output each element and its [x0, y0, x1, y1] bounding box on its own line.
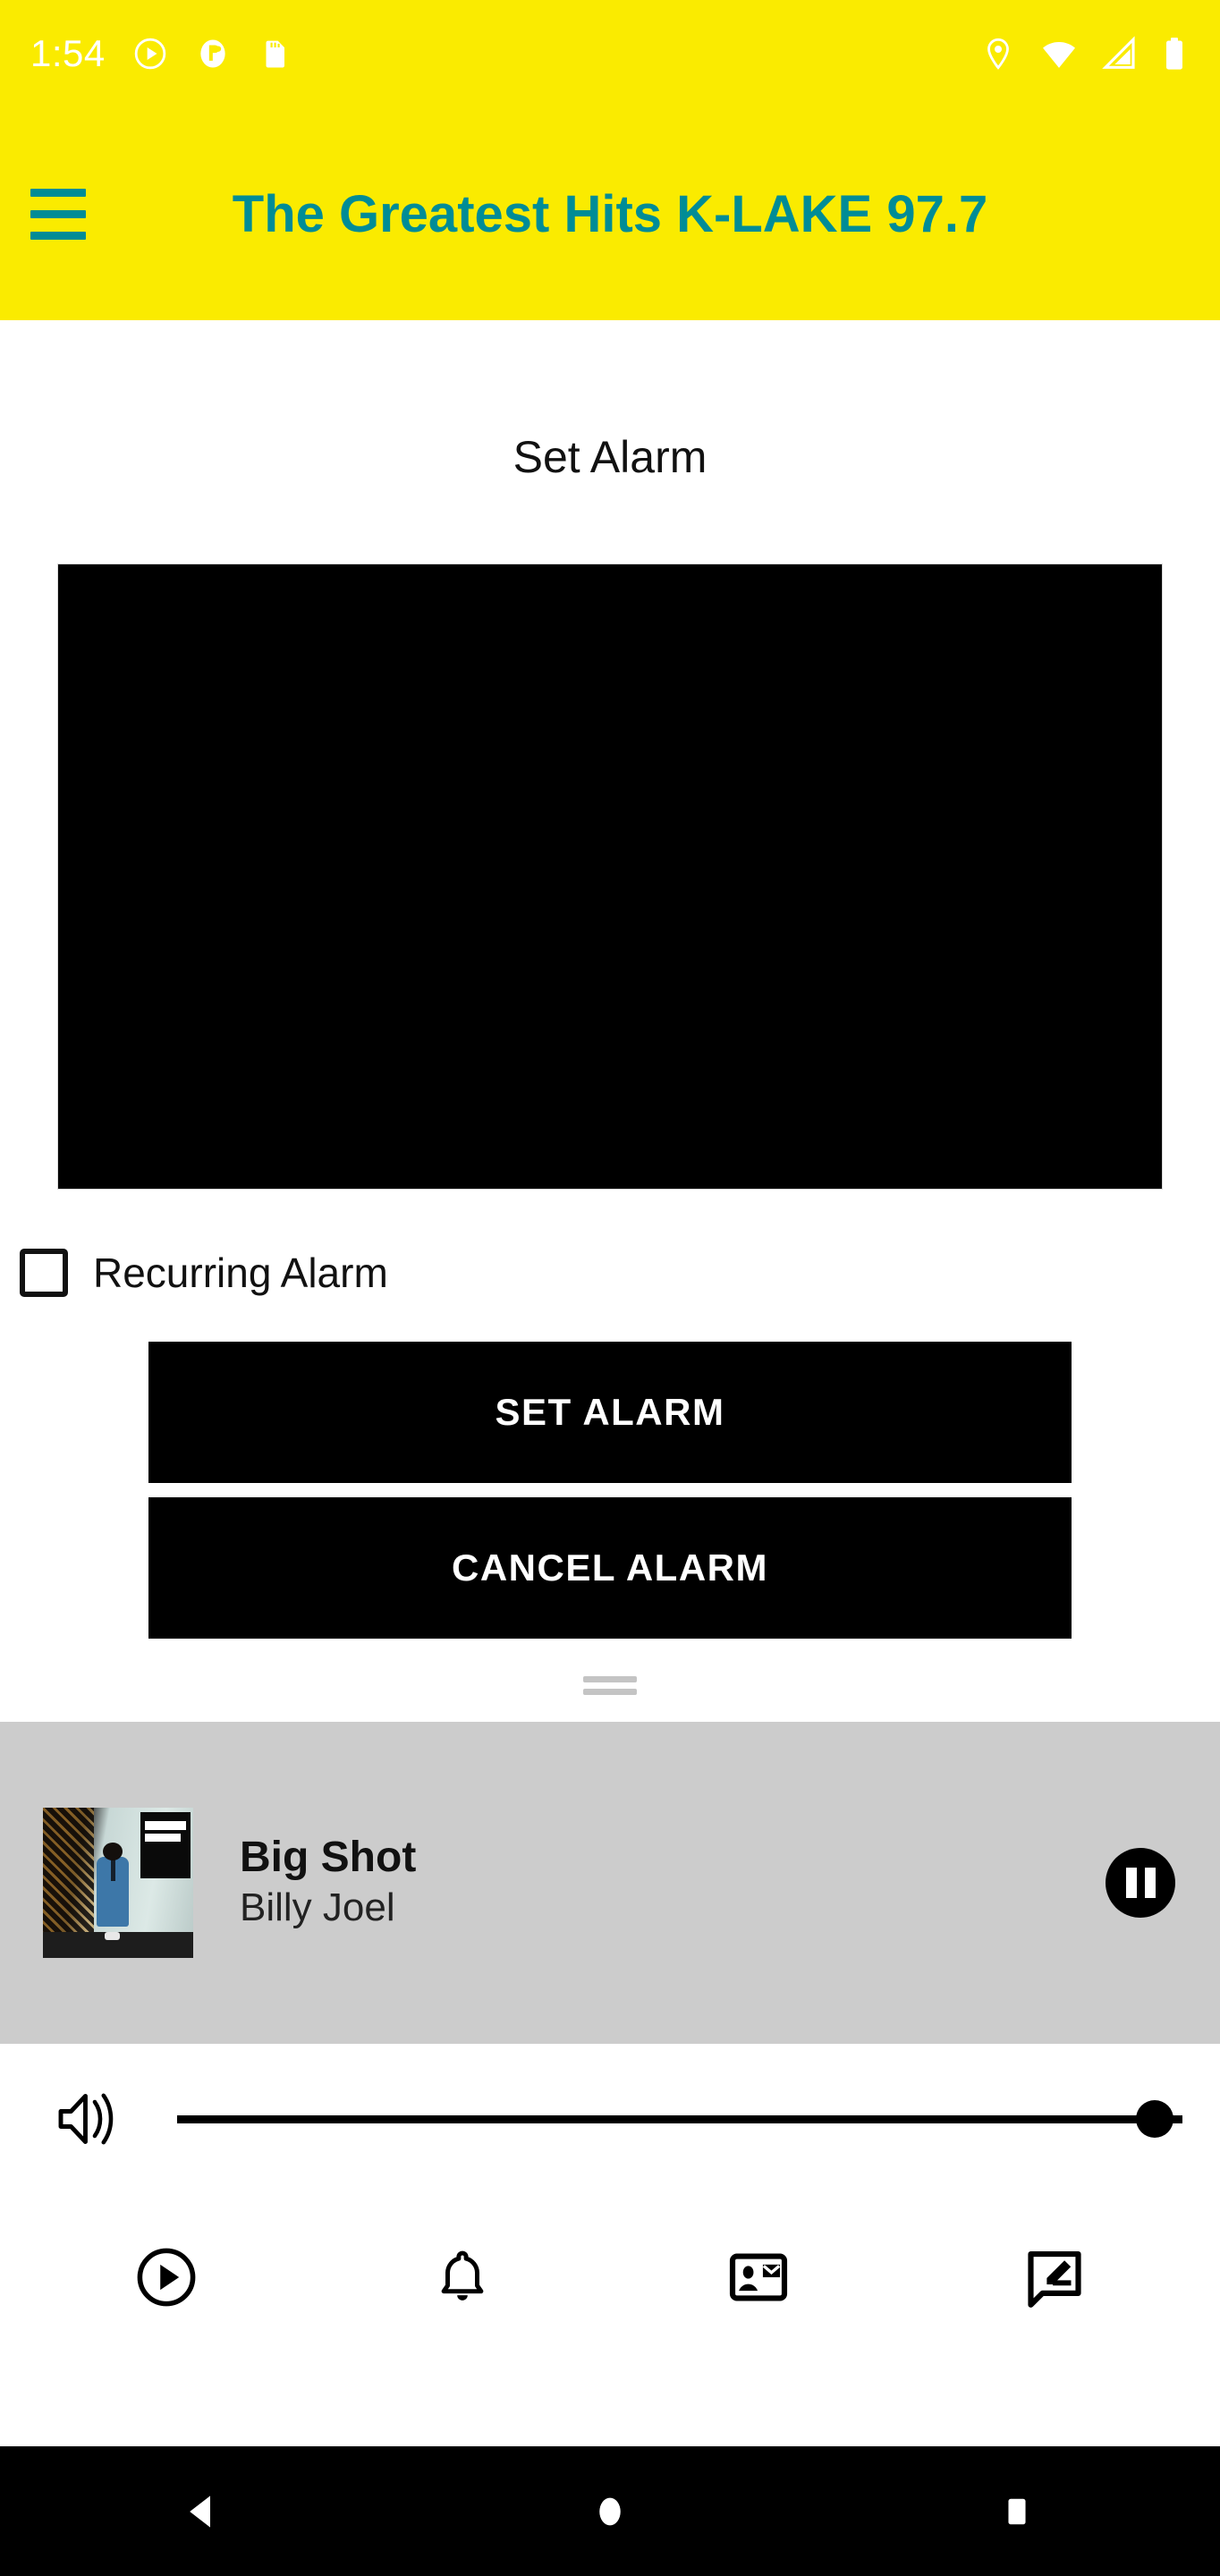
- status-bar: 1:54: [0, 0, 1220, 107]
- drag-handle-bar: [583, 1676, 637, 1682]
- recurring-alarm-row[interactable]: Recurring Alarm: [20, 1249, 1220, 1297]
- phone-screen: 1:54 The Greatest Hits K-LAKE 97.7 Set A…: [0, 0, 1220, 2576]
- album-art-figure-tie: [111, 1859, 116, 1882]
- square-recents-icon: [1008, 2498, 1026, 2524]
- bottom-navigation: [0, 2194, 1220, 2360]
- track-title: Big Shot: [240, 1833, 417, 1881]
- time-picker[interactable]: [57, 564, 1163, 1190]
- app-notification-icon: [200, 39, 225, 68]
- home-button[interactable]: [407, 2492, 814, 2531]
- app-bar: The Greatest Hits K-LAKE 97.7: [0, 107, 1220, 320]
- contact-mail-icon: [729, 2252, 787, 2301]
- main-content: Set Alarm Recurring Alarm SET ALARM CANC…: [0, 320, 1220, 2446]
- volume-slider[interactable]: [177, 2100, 1182, 2138]
- status-clock: 1:54: [30, 32, 106, 74]
- cancel-alarm-button[interactable]: CANCEL ALARM: [148, 1497, 1072, 1639]
- status-bar-right: [980, 36, 1188, 72]
- play-circle-notification-icon: [134, 38, 165, 70]
- battery-icon: [1166, 38, 1182, 70]
- album-art-poster-line: [144, 1834, 181, 1842]
- pause-bar: [1144, 1868, 1156, 1898]
- back-button[interactable]: [0, 2490, 407, 2533]
- wifi-icon: [1043, 42, 1075, 68]
- triangle-back-icon: [190, 2495, 211, 2528]
- tab-alarm[interactable]: [314, 2244, 610, 2310]
- sd-card-icon: [266, 40, 284, 68]
- alarm-action-buttons: SET ALARM CANCEL ALARM: [148, 1342, 1072, 1639]
- bell-icon: [441, 2250, 483, 2301]
- volume-up-icon[interactable]: [50, 2087, 136, 2151]
- now-playing-bar[interactable]: Big Shot Billy Joel: [0, 1722, 1220, 2044]
- location-pin-icon: [987, 38, 1009, 70]
- album-art-figure-head: [103, 1842, 123, 1860]
- recurring-alarm-checkbox[interactable]: [20, 1249, 68, 1297]
- play-circle-outline-icon: [137, 2248, 195, 2306]
- tab-feedback[interactable]: [906, 2244, 1202, 2310]
- app-title: The Greatest Hits K-LAKE 97.7: [232, 184, 988, 243]
- volume-slider-thumb[interactable]: [1136, 2100, 1173, 2138]
- page-title: Set Alarm: [513, 432, 707, 482]
- recents-button[interactable]: [813, 2492, 1220, 2531]
- drag-handle-bar: [583, 1689, 637, 1695]
- pause-icon[interactable]: [1106, 1848, 1175, 1918]
- volume-control-row: [0, 2044, 1220, 2194]
- hamburger-menu-icon[interactable]: [30, 188, 86, 240]
- hamburger-line: [30, 231, 86, 240]
- album-art-poster-line: [144, 1821, 187, 1830]
- bottom-sheet-drag-handle[interactable]: [583, 1676, 637, 1695]
- android-navigation-bar: [0, 2446, 1220, 2576]
- volume-slider-track: [177, 2114, 1182, 2123]
- status-bar-left: 1:54: [30, 35, 293, 72]
- now-playing-text: Big Shot Billy Joel: [240, 1834, 1106, 1933]
- rate-review-icon: [1027, 2250, 1081, 2308]
- hamburger-line: [30, 188, 86, 197]
- pause-bar: [1125, 1868, 1137, 1898]
- album-art-figure-shoe: [104, 1932, 120, 1940]
- circle-home-icon: [599, 2497, 621, 2525]
- set-alarm-button[interactable]: SET ALARM: [148, 1342, 1072, 1483]
- tab-play[interactable]: [18, 2244, 314, 2310]
- track-artist: Billy Joel: [240, 1885, 395, 1930]
- album-art: [43, 1808, 193, 1958]
- hamburger-line: [30, 209, 86, 218]
- cellular-signal-icon: [1102, 36, 1135, 69]
- tab-contact[interactable]: [610, 2244, 906, 2310]
- album-art-poster: [140, 1812, 191, 1878]
- recurring-alarm-label: Recurring Alarm: [93, 1250, 388, 1296]
